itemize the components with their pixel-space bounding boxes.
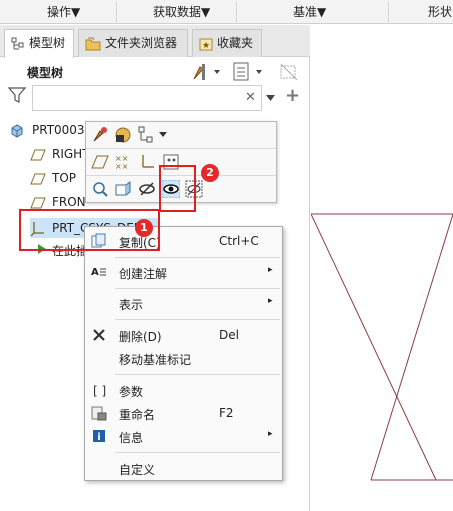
part-icon bbox=[11, 124, 23, 138]
appearance-brush-icon[interactable] bbox=[91, 126, 109, 144]
favorites-icon: ★ bbox=[199, 38, 213, 51]
tab-label: 收藏夹 bbox=[217, 36, 254, 50]
menu-item-label: 移动基准标记 bbox=[119, 353, 192, 367]
menu-divider bbox=[115, 374, 280, 375]
zoom-selected-icon[interactable] bbox=[91, 180, 109, 198]
hide-icon[interactable] bbox=[138, 180, 156, 198]
chevron-down-icon[interactable] bbox=[266, 95, 275, 101]
color-sphere-icon[interactable] bbox=[114, 126, 132, 144]
filter-icon[interactable] bbox=[8, 86, 26, 104]
ribbon-separator bbox=[236, 2, 237, 22]
part-box-icon[interactable] bbox=[114, 180, 132, 198]
tree-search-input[interactable] bbox=[32, 85, 262, 111]
menu-shortcut: Ctrl+C bbox=[219, 234, 259, 248]
datum-plane-icon bbox=[30, 173, 46, 185]
highlight-box-2 bbox=[159, 165, 196, 212]
menu-item-delete[interactable]: 删除(D) Del bbox=[85, 324, 282, 346]
menu-item-customize[interactable]: 自定义 bbox=[85, 457, 282, 479]
ribbon-tab-operations[interactable]: 操作▼ bbox=[47, 0, 80, 24]
show-settings-icon[interactable] bbox=[232, 61, 266, 83]
model-tree-icon bbox=[11, 37, 24, 49]
ribbon-separator bbox=[116, 2, 117, 22]
tree-item-right[interactable]: RIGHT bbox=[30, 147, 90, 163]
submenu-arrow-icon: ▸ bbox=[268, 265, 273, 275]
csys-icon[interactable] bbox=[138, 153, 156, 171]
svg-text:A: A bbox=[91, 267, 99, 278]
tree-item-label: RIGHT bbox=[52, 147, 90, 161]
ribbon-tab-datum[interactable]: 基准▼ bbox=[293, 0, 326, 24]
menu-divider bbox=[115, 452, 280, 453]
tree-item-label: FRON bbox=[52, 195, 86, 209]
ribbon-separator bbox=[388, 2, 389, 22]
step-badge-2: 2 bbox=[201, 164, 219, 182]
ribbon-tabs: 操作▼ 获取数据▼ 基准▼ 形状 bbox=[0, 0, 453, 24]
clear-search-icon[interactable]: ✕ bbox=[245, 90, 256, 105]
annotation-icon: A bbox=[91, 267, 106, 278]
navigator-tabs: 模型树 文件夹浏览器 ★ 收藏夹 bbox=[0, 25, 310, 58]
tree-item-label: PRT0003. bbox=[32, 123, 89, 137]
tab-label: 文件夹浏览器 bbox=[105, 36, 178, 50]
submenu-arrow-icon: ▸ bbox=[268, 429, 273, 439]
menu-item-rename[interactable]: 重命名 F2 bbox=[85, 402, 282, 424]
tab-model-tree[interactable]: 模型树 bbox=[4, 29, 74, 58]
step-badge-1: 1 bbox=[135, 219, 153, 237]
datum-plane-icon bbox=[30, 149, 46, 161]
menu-item-move-datum-tag[interactable]: 移动基准标记 bbox=[85, 347, 282, 369]
menu-divider bbox=[115, 319, 280, 320]
ribbon-tab-get-data[interactable]: 获取数据▼ bbox=[153, 0, 210, 24]
svg-text:★: ★ bbox=[202, 41, 210, 51]
tab-folder-browser[interactable]: 文件夹浏览器 bbox=[78, 29, 188, 57]
submenu-arrow-icon: ▸ bbox=[268, 296, 273, 306]
datum-plane-icon[interactable] bbox=[91, 153, 109, 171]
svg-text:i: i bbox=[97, 432, 100, 443]
menu-item-label: 重命名 bbox=[119, 408, 156, 422]
datum-plane-icon bbox=[30, 197, 46, 209]
graphics-window[interactable] bbox=[310, 25, 453, 511]
menu-item-representation[interactable]: 表示 ▸ bbox=[85, 292, 282, 314]
hide-filter-icon[interactable] bbox=[278, 61, 300, 83]
ribbon-tab-shape[interactable]: 形状 bbox=[428, 0, 452, 24]
folder-icon bbox=[85, 37, 101, 50]
svg-text:××: ×× bbox=[115, 162, 128, 171]
model-tree-title: 模型树 bbox=[27, 66, 64, 80]
delete-icon bbox=[93, 329, 105, 341]
menu-divider bbox=[115, 257, 280, 258]
menu-item-label: 信息 bbox=[119, 431, 144, 445]
menu-item-label: 创建注解 bbox=[119, 267, 168, 281]
menu-item-label: 表示 bbox=[119, 298, 144, 312]
tree-item-part[interactable]: PRT0003. bbox=[10, 123, 90, 139]
svg-text:[ ]: [ ] bbox=[93, 384, 106, 398]
add-icon[interactable]: + bbox=[285, 85, 300, 106]
menu-item-label: 删除(D) bbox=[119, 330, 162, 344]
info-icon: i bbox=[93, 430, 105, 443]
rename-icon bbox=[91, 406, 107, 421]
axis-points-icon[interactable]: ×××× bbox=[114, 153, 132, 171]
tree-item-label: TOP bbox=[52, 171, 77, 185]
context-menu: 复制(C) Ctrl+C A 创建注解 ▸ 表示 ▸ 删除(D) Del 移动基… bbox=[84, 226, 283, 481]
menu-shortcut: F2 bbox=[219, 406, 234, 420]
parameters-icon: [ ] bbox=[93, 384, 106, 398]
menu-item-info[interactable]: i 信息 ▸ bbox=[85, 425, 282, 447]
menu-item-parameters[interactable]: [ ] 参数 bbox=[85, 379, 282, 401]
chevron-down-icon[interactable] bbox=[158, 130, 168, 140]
tree-item-top[interactable]: TOP bbox=[30, 171, 90, 187]
datum-plane-outline bbox=[310, 213, 453, 481]
menu-shortcut: Del bbox=[219, 328, 239, 342]
menu-item-label: 参数 bbox=[119, 385, 144, 399]
tools-icon[interactable] bbox=[190, 61, 224, 83]
menu-item-create-annotation[interactable]: A 创建注解 ▸ bbox=[85, 261, 282, 283]
toolbar-divider bbox=[86, 148, 276, 149]
hierarchy-icon[interactable] bbox=[138, 126, 156, 144]
tab-label: 模型树 bbox=[29, 36, 66, 50]
menu-divider bbox=[115, 288, 280, 289]
menu-item-label: 自定义 bbox=[119, 463, 156, 477]
tab-favorites[interactable]: ★ 收藏夹 bbox=[192, 29, 262, 57]
